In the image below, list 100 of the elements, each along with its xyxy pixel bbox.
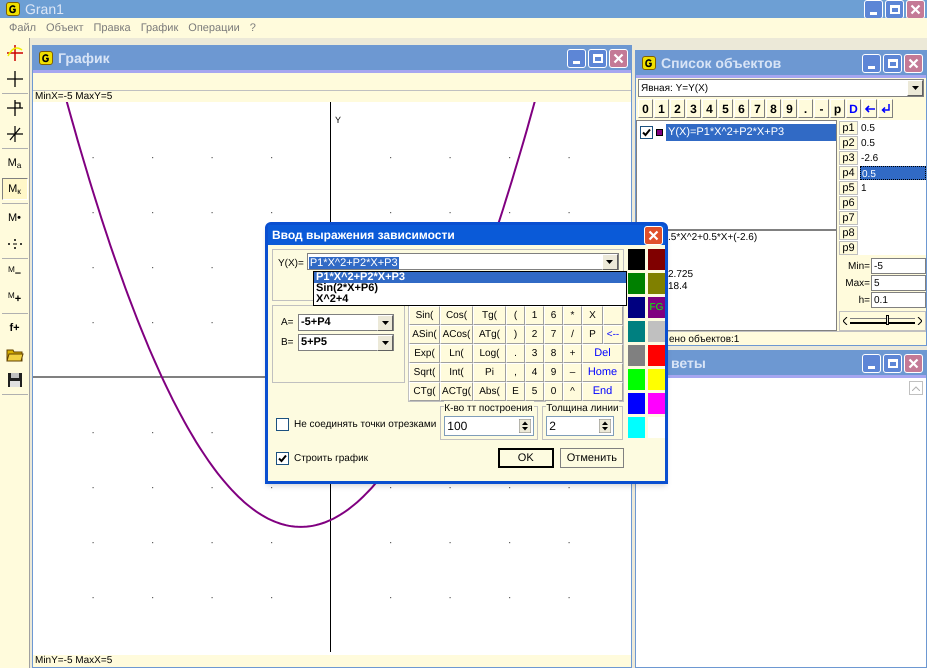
menu-item[interactable]: Объект [46,20,84,36]
color-swatch[interactable] [628,297,645,318]
param-value[interactable]: 0.5 [860,120,926,134]
color-swatch[interactable]: FG [648,297,665,318]
key-button[interactable]: 5 [718,99,733,118]
tool-button[interactable]: $^{M}$– [2,262,28,284]
keypad-key[interactable]: 7 [544,325,563,344]
keypad-key[interactable]: 1 [525,306,544,325]
range-field[interactable]: 0.1 [871,292,926,308]
maximize-button[interactable] [883,354,902,372]
keypad-key[interactable]: Sin( [409,306,440,325]
dialog-button[interactable]: Отменить [560,448,624,468]
number-spinner[interactable]: 2 [546,416,614,436]
menu-item[interactable]: Правка [94,20,131,36]
keypad-key[interactable]: – [563,363,582,382]
keypad-key[interactable]: ATg( [473,325,506,344]
color-swatch[interactable] [628,273,645,294]
keypad-key[interactable]: 2 [525,325,544,344]
close-button[interactable] [644,226,663,244]
key-button[interactable]: 4 [702,99,717,118]
range-field[interactable]: 5 [871,275,926,291]
keypad-key[interactable]: ^ [563,382,582,401]
keypad-key[interactable]: 8 [544,344,563,363]
keypad-key[interactable]: Del [582,344,623,363]
keypad-key[interactable]: Sqrt( [409,363,440,382]
number-spinner[interactable]: 100 [444,416,534,436]
close-button[interactable] [904,54,923,72]
keypad-key[interactable]: ASin( [409,325,440,344]
keypad-key[interactable]: 5 [525,382,544,401]
slider-thumb[interactable] [886,315,889,325]
keypad-key[interactable]: / [563,325,582,344]
key-button[interactable]: 0 [638,99,653,118]
keypad-key[interactable]: Home [582,363,623,382]
color-swatch[interactable] [648,393,665,414]
keypad-key[interactable]: ) [506,325,525,344]
key-button[interactable]: 7 [750,99,765,118]
key-button[interactable]: D [846,99,861,118]
color-swatch[interactable] [628,393,645,414]
param-value[interactable]: 1 [860,180,926,194]
range-field[interactable]: -5 [871,258,926,274]
tool-button[interactable]: M$_{a}$ [2,152,28,174]
keypad-key[interactable]: Ln( [440,344,473,363]
color-swatch[interactable] [628,345,645,366]
color-swatch[interactable] [628,417,645,438]
key-button[interactable]: 1 [654,99,669,118]
keypad-key[interactable]: Abs( [473,382,506,401]
close-button[interactable] [906,0,925,18]
color-swatch[interactable] [628,369,645,390]
checkbox[interactable] [276,418,289,431]
close-button[interactable] [904,354,923,372]
keypad-key[interactable]: 9 [544,363,563,382]
color-swatch[interactable] [628,321,645,342]
color-swatch[interactable] [648,249,665,270]
keypad-key[interactable]: End [582,382,623,401]
key-button[interactable]: 6 [734,99,749,118]
tool-button[interactable]: f+ [2,317,28,339]
checkbox[interactable] [640,126,653,139]
keypad-key[interactable]: 3 [525,344,544,363]
keypad-key[interactable]: + [563,344,582,363]
menu-item[interactable]: Операции [188,20,240,36]
dropdown-option[interactable]: Sin(2*X+P6) [314,283,626,294]
menu-item[interactable]: Файл [9,20,36,36]
dropdown-option[interactable]: P1*X^2+P2*X+P3 [314,272,626,283]
param-value[interactable]: -2.6 [860,150,926,164]
color-swatch[interactable] [648,369,665,390]
key-button[interactable]: 9 [782,99,797,118]
color-swatch[interactable] [628,249,645,270]
key-button[interactable]: . [798,99,813,118]
bound-combo[interactable]: 5+P5 [298,334,394,351]
tool-button[interactable]: M• [2,207,28,229]
minimize-button[interactable] [864,0,883,18]
key-button[interactable]: 2 [670,99,685,118]
keypad-key[interactable] [603,306,623,325]
maximize-button[interactable] [883,54,902,72]
key-button[interactable]: 3 [686,99,701,118]
keypad-key[interactable]: * [563,306,582,325]
close-button[interactable] [609,48,628,68]
keypad-key[interactable]: 0 [544,382,563,401]
keypad-key[interactable]: 4 [525,363,544,382]
keypad-key[interactable]: . [506,344,525,363]
key-button[interactable]: 8 [766,99,781,118]
scroll-up-icon[interactable] [909,381,923,395]
object-item[interactable]: Y(X)=P1*X^2+P2*X+P3 [666,124,836,140]
keypad-key[interactable]: Pi [473,363,506,382]
mode-dropdown[interactable]: Явная: Y=Y(X) [638,79,924,97]
keypad-key[interactable]: E [506,382,525,401]
keypad-key[interactable]: ACos( [440,325,473,344]
keypad-key[interactable]: X [582,306,603,325]
key-button[interactable]: - [814,99,829,118]
bound-combo[interactable]: -5+P4 [298,314,394,331]
param-value[interactable]: 0.5 [860,136,926,150]
key-button[interactable]: p [830,99,845,118]
keypad-key[interactable]: ( [506,306,525,325]
tool-button[interactable]: M$_{к}$ [2,178,28,200]
keypad-key[interactable]: , [506,363,525,382]
keypad-key[interactable]: <-- [603,325,623,344]
checkbox[interactable] [276,452,289,464]
minimize-button[interactable] [567,48,586,68]
keypad-key[interactable]: Exp( [409,344,440,363]
color-swatch[interactable] [648,321,665,342]
